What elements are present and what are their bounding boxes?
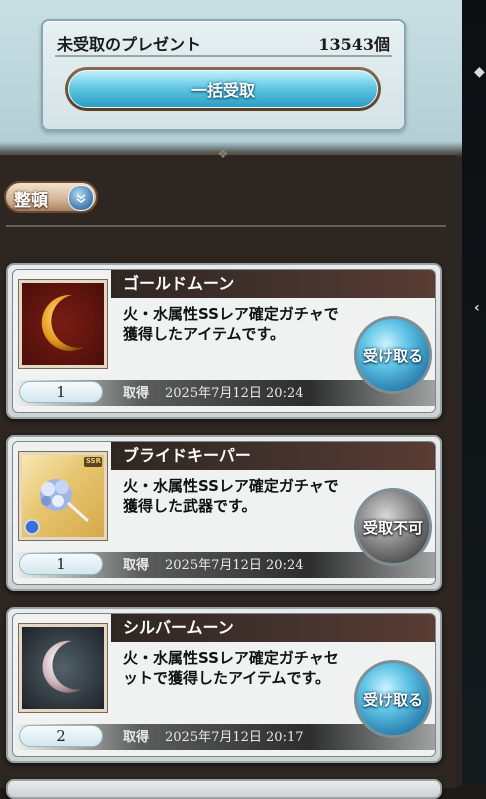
item-description: 火・水属性SSレア確定ガチャで獲得した武器です。 <box>123 477 339 515</box>
card-inner: シルバームーン 火・水属性SSレア確定ガチャセットで獲得したアイテムです。 2 … <box>12 613 436 757</box>
item-quantity: 1 <box>19 553 103 575</box>
item-quantity: 1 <box>19 381 103 403</box>
acquired-label: 取得 <box>123 558 150 573</box>
item-description: 火・水属性SSレア確定ガチャセットで獲得したアイテムです。 <box>123 649 339 687</box>
bouquet-weapon-icon: SSR <box>19 452 107 540</box>
bulk-receive-frame: 一括受取 <box>65 67 381 111</box>
bulk-receive-button[interactable]: 一括受取 <box>68 70 378 108</box>
ornament-icon: ❖ <box>217 147 229 161</box>
acquired-date: 2025年7月12日 20:24 <box>165 558 304 573</box>
side-panel-background <box>462 0 486 786</box>
item-name: ブライドキーパー <box>111 442 435 470</box>
card-inner: ゴールドムーン 火・水属性SSレア確定ガチャで獲得したアイテムです。 1 取得 … <box>12 269 436 413</box>
receive-button[interactable]: 受け取る <box>354 316 432 394</box>
receive-button[interactable]: 受け取る <box>354 660 432 738</box>
present-item-card-partial <box>6 779 442 799</box>
item-quantity: 2 <box>19 725 103 747</box>
gold-crescent-moon-icon <box>19 280 107 368</box>
present-item-card: シルバームーン 火・水属性SSレア確定ガチャセットで獲得したアイテムです。 2 … <box>6 607 442 763</box>
side-arrow-icon[interactable]: ‹ <box>474 300 480 316</box>
present-count: 13543個 <box>318 35 390 54</box>
present-item-card: ゴールドムーン 火・水属性SSレア確定ガチャで獲得したアイテムです。 1 取得 … <box>6 263 442 419</box>
acquired-date: 2025年7月12日 20:17 <box>165 730 304 745</box>
sort-label: 整頓 <box>14 191 48 211</box>
card-inner: SSR ブライドキーパー 火・水属性SSレア確定ガチャで獲得した武器です。 1 … <box>12 441 436 585</box>
sort-button[interactable]: 整頓 <box>4 181 98 213</box>
receive-unavailable-button[interactable]: 受取不可 <box>354 488 432 566</box>
acquired-date: 2025年7月12日 20:24 <box>165 386 304 401</box>
divider <box>55 55 392 57</box>
acquired-label: 取得 <box>123 730 150 745</box>
acquired-label: 取得 <box>123 386 150 401</box>
chevron-down-icon <box>68 185 94 211</box>
present-title: 未受取のプレゼント <box>57 35 202 54</box>
divider <box>6 225 446 227</box>
side-glyph: ◆ <box>474 64 485 80</box>
present-summary-box: 未受取のプレゼント 13543個 一括受取 <box>41 19 406 131</box>
ssr-badge: SSR <box>85 457 101 465</box>
item-name: ゴールドムーン <box>111 270 435 298</box>
present-item-card: SSR ブライドキーパー 火・水属性SSレア確定ガチャで獲得した武器です。 1 … <box>6 435 442 591</box>
present-list-panel: ❖ 整頓 ゴールドムーン 火・水属性SSレア確定ガチャで獲得したアイテムです。 … <box>0 147 456 799</box>
item-description: 火・水属性SSレア確定ガチャで獲得したアイテムです。 <box>123 305 339 343</box>
item-name: シルバームーン <box>111 614 435 642</box>
silver-crescent-moon-icon <box>19 624 107 712</box>
